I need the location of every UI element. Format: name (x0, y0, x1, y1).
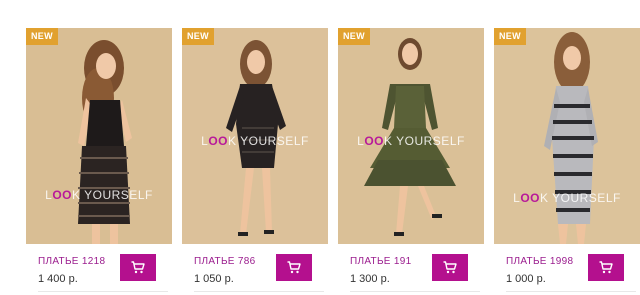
new-badge: NEW (494, 28, 526, 45)
new-badge: NEW (26, 28, 58, 45)
product-photo (26, 28, 172, 244)
card-divider (350, 291, 480, 292)
product-price: 1 300 р. (350, 273, 390, 285)
product-name-link[interactable]: ПЛАТЬЕ 1218 (38, 256, 105, 267)
product-card: NEW LOOK YOURSELF ПЛАТЬЕ 1998 1 000 р. (494, 28, 640, 292)
card-divider (194, 291, 324, 292)
product-image-link[interactable]: NEW LOOK YOURSELF (338, 28, 484, 244)
card-divider (506, 291, 636, 292)
product-image-link[interactable]: NEW LOOK YOURSELF (182, 28, 328, 244)
product-grid: NEW LOOK YOURSELF ПЛАТЬЕ 1218 1 400 р. N… (0, 0, 640, 295)
add-to-cart-button[interactable] (276, 254, 312, 281)
product-image-link[interactable]: NEW LOOK YOURSELF (26, 28, 172, 244)
product-card: NEW LOOK YOURSELF ПЛАТЬЕ 191 1 300 р. (338, 28, 484, 292)
add-to-cart-button[interactable] (120, 254, 156, 281)
product-photo (494, 28, 640, 244)
product-name-link[interactable]: ПЛАТЬЕ 786 (194, 256, 255, 267)
product-card: NEW LOOK YOURSELF ПЛАТЬЕ 786 1 050 р. (182, 28, 328, 292)
shopping-cart-icon (131, 261, 145, 274)
shopping-cart-icon (287, 261, 301, 274)
product-card: NEW LOOK YOURSELF ПЛАТЬЕ 1218 1 400 р. (26, 28, 172, 292)
shopping-cart-icon (443, 261, 457, 274)
brand-watermark: LOOK YOURSELF (357, 134, 465, 148)
brand-watermark: LOOK YOURSELF (201, 134, 309, 148)
add-to-cart-button[interactable] (432, 254, 468, 281)
product-price: 1 400 р. (38, 273, 78, 285)
new-badge: NEW (182, 28, 214, 45)
brand-watermark: LOOK YOURSELF (513, 191, 621, 205)
shopping-cart-icon (599, 261, 613, 274)
brand-watermark: LOOK YOURSELF (45, 188, 153, 202)
product-name-link[interactable]: ПЛАТЬЕ 1998 (506, 256, 573, 267)
product-price: 1 000 р. (506, 273, 546, 285)
card-divider (38, 291, 168, 292)
new-badge: NEW (338, 28, 370, 45)
product-image-link[interactable]: NEW LOOK YOURSELF (494, 28, 640, 244)
add-to-cart-button[interactable] (588, 254, 624, 281)
product-name-link[interactable]: ПЛАТЬЕ 191 (350, 256, 411, 267)
product-price: 1 050 р. (194, 273, 234, 285)
